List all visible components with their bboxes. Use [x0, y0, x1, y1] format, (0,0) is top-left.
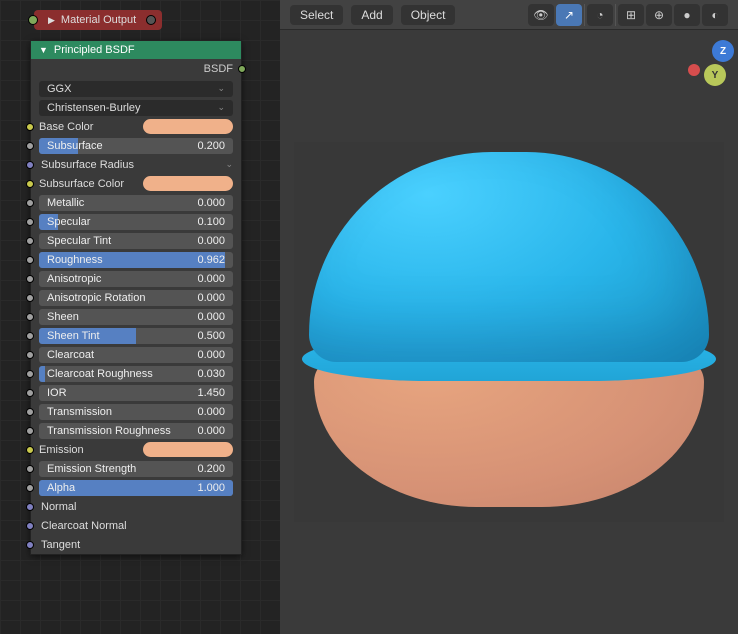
- socket-icon[interactable]: [26, 427, 34, 435]
- cc-normal-label: Clearcoat Normal: [39, 520, 233, 532]
- socket-icon[interactable]: [26, 503, 34, 511]
- socket-icon[interactable]: [26, 294, 34, 302]
- sheen-tint-slider[interactable]: Sheen Tint0.500: [39, 328, 233, 344]
- spec-tint-slider[interactable]: Specular Tint0.000: [39, 233, 233, 249]
- socket-icon[interactable]: [26, 123, 34, 131]
- socket-icon[interactable]: [26, 142, 34, 150]
- emission-label: Emission: [39, 444, 143, 456]
- object-menu[interactable]: Object: [401, 5, 456, 25]
- principled-bsdf-node[interactable]: ▼ Principled BSDF BSDF GGX⌄ Christensen-…: [30, 40, 242, 555]
- trans-slider[interactable]: Transmission0.000: [39, 404, 233, 420]
- chevron-down-icon: ⌄: [225, 159, 233, 170]
- socket-icon[interactable]: [26, 218, 34, 226]
- node-header[interactable]: ▼ Principled BSDF: [31, 41, 241, 59]
- socket-icon[interactable]: [26, 256, 34, 264]
- output-bsdf: BSDF: [31, 59, 241, 79]
- sheen-slider[interactable]: Sheen0.000: [39, 309, 233, 325]
- overlay-icon[interactable]: ◔: [587, 4, 613, 26]
- axis-y[interactable]: Y: [704, 64, 726, 86]
- alpha-slider[interactable]: Alpha1.000: [39, 480, 233, 496]
- gizmo-icon[interactable]: ↗: [556, 4, 582, 26]
- socket-icon[interactable]: [26, 541, 34, 549]
- normal-label: Normal: [39, 501, 233, 513]
- material-output-node[interactable]: ▶ Material Output: [34, 10, 162, 30]
- socket-icon[interactable]: [26, 465, 34, 473]
- node-title: Principled BSDF: [54, 44, 135, 56]
- sub-radius-label: Subsurface Radius: [39, 159, 225, 171]
- socket-icon[interactable]: [26, 199, 34, 207]
- socket-icon[interactable]: [26, 351, 34, 359]
- base-color-swatch[interactable]: [143, 119, 233, 134]
- add-menu[interactable]: Add: [351, 5, 392, 25]
- socket-icon[interactable]: [26, 237, 34, 245]
- viewport-3d[interactable]: Z Y: [280, 30, 738, 634]
- rendered-object: [294, 142, 724, 522]
- viewport-toolbar: Select Add Object 👁 ↗ ◔ ⊞ ⊕ ● ◐: [280, 0, 738, 30]
- shading-solid-icon[interactable]: ●: [674, 4, 700, 26]
- socket-icon[interactable]: [26, 313, 34, 321]
- emit-str-slider[interactable]: Emission Strength0.200: [39, 461, 233, 477]
- chevron-down-icon: ⌄: [217, 102, 225, 113]
- socket-icon[interactable]: [26, 522, 34, 530]
- socket-icon[interactable]: [26, 370, 34, 378]
- chevron-down-icon: ⌄: [217, 83, 225, 94]
- emission-swatch[interactable]: [143, 442, 233, 457]
- subsurface-slider[interactable]: Subsurface0.200: [39, 138, 233, 154]
- clearcoat-slider[interactable]: Clearcoat0.000: [39, 347, 233, 363]
- socket-icon[interactable]: [26, 446, 34, 454]
- distribution-select[interactable]: GGX⌄: [39, 81, 233, 97]
- socket-icon[interactable]: [26, 408, 34, 416]
- base-color-label: Base Color: [39, 121, 143, 133]
- axis-z[interactable]: Z: [712, 40, 734, 62]
- material-output-label: Material Output: [61, 14, 136, 26]
- visibility-icon[interactable]: 👁: [528, 4, 554, 26]
- shading-preview-icon[interactable]: ◐: [702, 4, 728, 26]
- aniso-rot-slider[interactable]: Anisotropic Rotation0.000: [39, 290, 233, 306]
- sub-color-label: Subsurface Color: [39, 178, 143, 190]
- socket-icon[interactable]: [26, 180, 34, 188]
- metallic-slider[interactable]: Metallic0.000: [39, 195, 233, 211]
- aniso-slider[interactable]: Anisotropic0.000: [39, 271, 233, 287]
- roughness-slider[interactable]: Roughness0.962: [39, 252, 233, 268]
- select-menu[interactable]: Select: [290, 5, 343, 25]
- ior-slider[interactable]: IOR1.450: [39, 385, 233, 401]
- wireframe-icon[interactable]: ⊞: [618, 4, 644, 26]
- collapse-icon: ▼: [39, 45, 48, 55]
- sss-method-select[interactable]: Christensen-Burley⌄: [39, 100, 233, 116]
- output-socket[interactable]: [238, 65, 246, 73]
- socket-icon[interactable]: [26, 332, 34, 340]
- socket-icon[interactable]: [26, 484, 34, 492]
- cc-rough-slider[interactable]: Clearcoat Roughness0.030: [39, 366, 233, 382]
- specular-slider[interactable]: Specular0.100: [39, 214, 233, 230]
- tangent-label: Tangent: [39, 539, 233, 551]
- shading-wire-icon[interactable]: ⊕: [646, 4, 672, 26]
- trans-rough-slider[interactable]: Transmission Roughness0.000: [39, 423, 233, 439]
- socket-icon[interactable]: [26, 275, 34, 283]
- expand-icon: ▶: [48, 15, 55, 26]
- axis-x[interactable]: [688, 64, 700, 76]
- socket-icon[interactable]: [26, 161, 34, 169]
- socket-icon[interactable]: [26, 389, 34, 397]
- sub-color-swatch[interactable]: [143, 176, 233, 191]
